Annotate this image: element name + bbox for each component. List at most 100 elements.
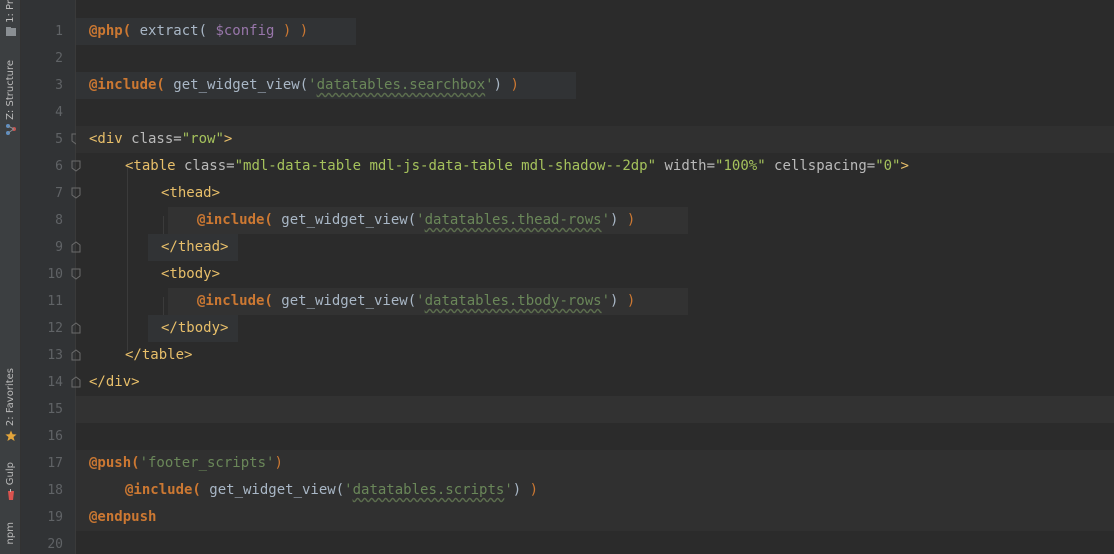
- string-literal: datatables.scripts: [352, 482, 505, 498]
- blade-directive: @php(: [89, 23, 132, 39]
- string-quote: ': [601, 212, 611, 228]
- code-line-3[interactable]: 3 @include( get_widget_view('datatables.…: [21, 72, 1114, 99]
- string-literal: datatables.searchbox: [316, 77, 486, 93]
- attribute-value: "mdl-data-table mdl-js-data-table mdl-sh…: [234, 158, 657, 174]
- code-line-2[interactable]: 2: [21, 45, 1114, 72]
- line-number: 17: [47, 456, 63, 471]
- line-number: 7: [55, 186, 63, 201]
- favorites-star-icon: [4, 430, 17, 442]
- code-line-1[interactable]: 1 @php( extract( $config ) ): [21, 18, 1114, 45]
- html-tag: </thead>: [161, 239, 229, 255]
- line-number: 8: [55, 213, 63, 228]
- favorites-tool-button[interactable]: 2: Favorites: [0, 368, 21, 442]
- html-attribute: width=: [656, 158, 716, 174]
- attribute-value: "100%": [715, 158, 766, 174]
- fold-marker-icon[interactable]: [71, 349, 81, 361]
- code-punctuation: ): [618, 293, 636, 309]
- code-punctuation: ) ): [274, 23, 309, 39]
- code-line-10[interactable]: 10 <tbody>: [21, 261, 1114, 288]
- fold-marker-icon[interactable]: [71, 268, 81, 280]
- structure-icon: [5, 123, 16, 135]
- code-text: get_widget_view(: [200, 482, 345, 498]
- html-tag: >: [900, 158, 909, 174]
- fold-marker-icon[interactable]: [71, 187, 81, 199]
- code-line-18[interactable]: 18 @include( get_widget_view('datatables…: [21, 477, 1114, 504]
- html-tag: </tbody>: [161, 320, 229, 336]
- code-line-20[interactable]: 20: [21, 531, 1114, 554]
- code-line-11[interactable]: 11 @include( get_widget_view('datatables…: [21, 288, 1114, 315]
- npm-tool-button[interactable]: npm: [0, 522, 21, 544]
- structure-tool-button[interactable]: Z: Structure: [0, 60, 21, 135]
- code-punctuation: ): [274, 455, 283, 471]
- line-number: 6: [55, 159, 63, 174]
- line-number: 12: [47, 321, 63, 336]
- code-punctuation: ): [512, 482, 522, 498]
- code-line-7[interactable]: 7 <thead>: [21, 180, 1114, 207]
- code-line-19[interactable]: 19 @endpush: [21, 504, 1114, 531]
- fold-marker-icon[interactable]: [71, 376, 81, 388]
- line-number: 1: [55, 24, 63, 39]
- attribute-value: "0": [875, 158, 901, 174]
- code-punctuation: ): [502, 77, 519, 93]
- html-attribute: class=: [175, 158, 235, 174]
- blade-directive: @include(: [197, 212, 273, 228]
- line-number: 14: [47, 375, 63, 390]
- html-tag: </table>: [125, 347, 193, 363]
- code-punctuation: ): [618, 212, 636, 228]
- fold-marker-icon[interactable]: [71, 241, 81, 253]
- code-line-16[interactable]: 16: [21, 423, 1114, 450]
- line-number: 11: [47, 294, 63, 309]
- html-attribute: cellspacing=: [765, 158, 876, 174]
- php-variable: $config: [215, 23, 275, 39]
- line-number: 9: [55, 240, 63, 255]
- gulp-icon: [7, 489, 14, 501]
- code-line-14[interactable]: 14 </div>: [21, 369, 1114, 396]
- project-tool-button[interactable]: 1: Pr: [0, 0, 21, 23]
- string-literal: datatables.tbody-rows: [424, 293, 602, 309]
- line-number: 15: [47, 402, 63, 417]
- gulp-tool-label: Gulp: [5, 462, 16, 486]
- current-line-highlight: [76, 396, 1114, 423]
- code-text: extract(: [131, 23, 216, 39]
- line-number: 2: [55, 51, 63, 66]
- code-text: get_widget_view(: [272, 212, 417, 228]
- html-attribute: class=: [122, 131, 182, 147]
- string-quote: ': [485, 77, 494, 93]
- code-text: get_widget_view(: [164, 77, 309, 93]
- project-icon: [5, 27, 16, 36]
- line-number: 4: [55, 105, 63, 120]
- code-line-9[interactable]: 9 </thead>: [21, 234, 1114, 261]
- code-line-13[interactable]: 13 </table>: [21, 342, 1114, 369]
- string-literal: datatables.thead-rows: [424, 212, 602, 228]
- code-line-6[interactable]: 6 <table class="mdl-data-table mdl-js-da…: [21, 153, 1114, 180]
- code-line-15[interactable]: 15: [21, 396, 1114, 423]
- html-tag: <thead>: [161, 185, 221, 201]
- blade-directive: @endpush: [89, 509, 157, 525]
- code-line-8[interactable]: 8 @include( get_widget_view( 'datatables.…: [21, 207, 1114, 234]
- line-number: 13: [47, 348, 63, 363]
- blade-directive: @push(: [89, 455, 140, 471]
- line-number: 20: [47, 537, 63, 552]
- line-number: 19: [47, 510, 63, 525]
- project-tool-label: 1: Pr: [5, 0, 16, 23]
- code-line-12[interactable]: 12 </tbody>: [21, 315, 1114, 342]
- fold-marker-icon[interactable]: [71, 160, 81, 172]
- project-icon-button[interactable]: [0, 26, 21, 38]
- line-number: 10: [47, 267, 63, 282]
- string-quote: ': [416, 293, 425, 309]
- line-number: 3: [55, 78, 63, 93]
- structure-tool-label: Z: Structure: [5, 60, 16, 120]
- html-tag: </div>: [89, 374, 140, 390]
- line-number: 18: [47, 483, 63, 498]
- fold-marker-icon[interactable]: [71, 322, 81, 334]
- tool-window-strip: 1: Pr Z: Structure 2: Favorites Gulp npm: [0, 0, 21, 554]
- code-line-5[interactable]: 5 <div class="row">: [21, 126, 1114, 153]
- code-line-4[interactable]: 4: [21, 99, 1114, 126]
- string-quote: ': [308, 77, 317, 93]
- gulp-tool-button[interactable]: Gulp: [0, 462, 21, 501]
- code-editor[interactable]: 1 @php( extract( $config ) ) 2 3 @includ…: [47, 0, 1114, 554]
- html-tag: <table: [125, 158, 176, 174]
- blade-directive: @include(: [197, 293, 273, 309]
- code-line-17[interactable]: 17 @push('footer_scripts'): [21, 450, 1114, 477]
- code-text: get_widget_view(: [272, 293, 417, 309]
